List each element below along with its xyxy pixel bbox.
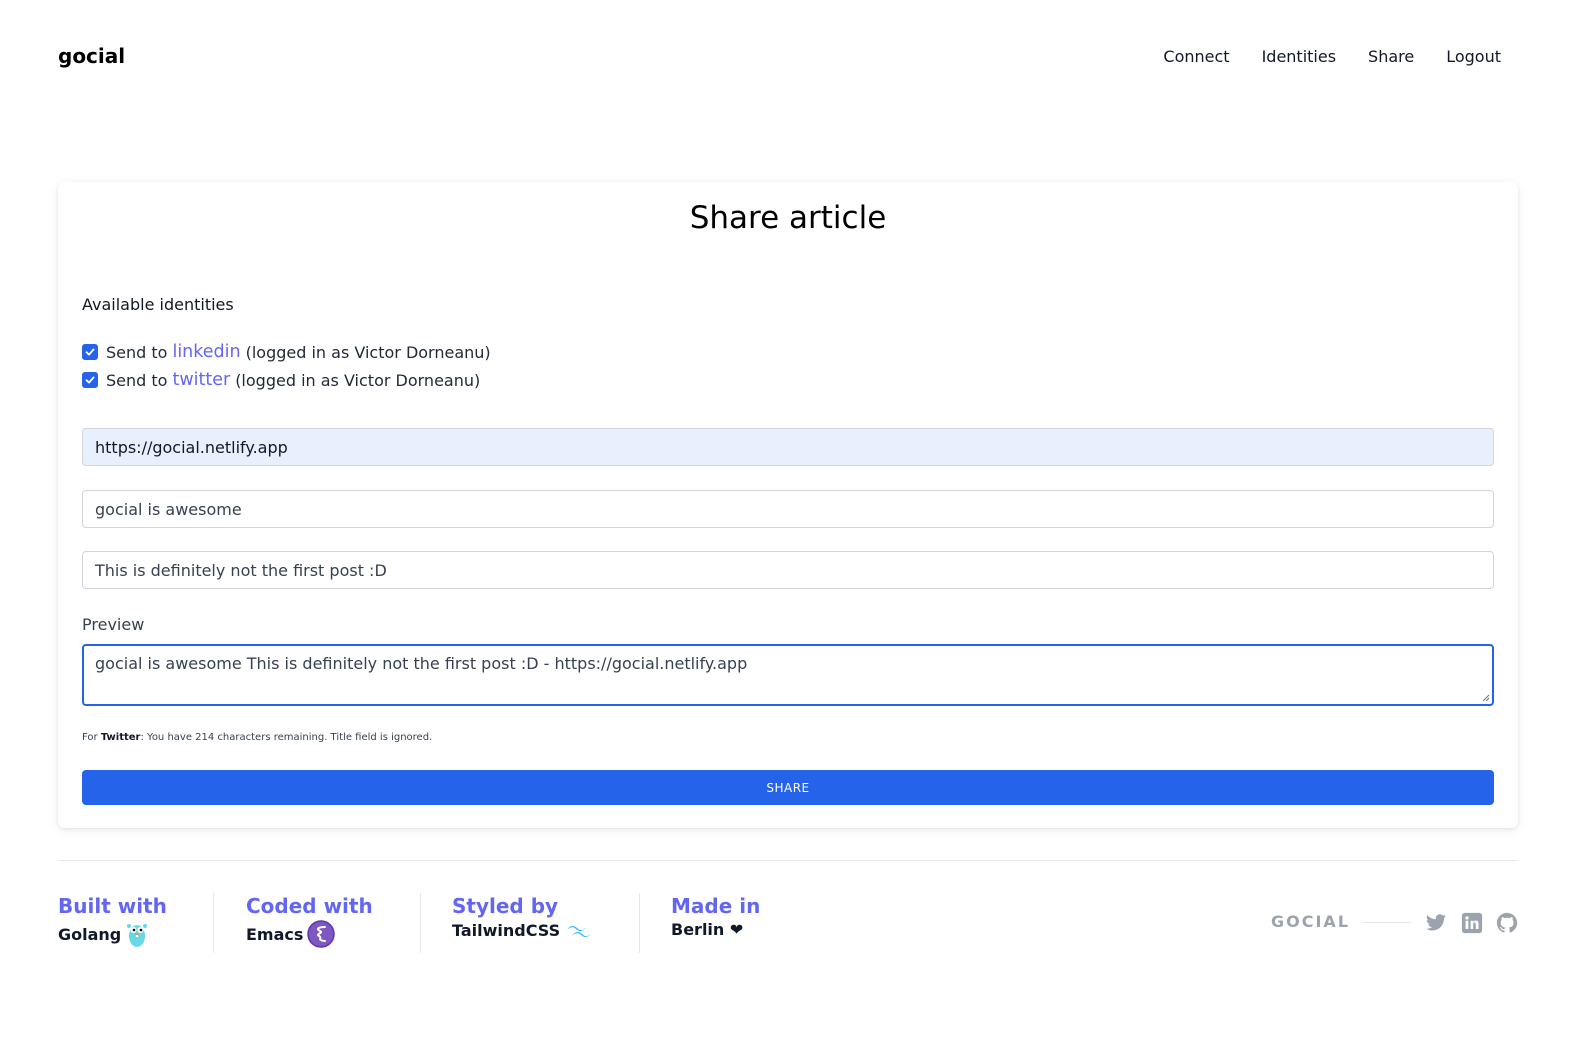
preview-textarea[interactable]: gocial is awesome This is definitely not…	[82, 644, 1494, 706]
footer-value: Berlin ❤	[671, 920, 760, 939]
footer-key: Made in	[671, 894, 761, 918]
hint-pre: For	[82, 732, 98, 743]
title-input[interactable]: gocial is awesome	[82, 490, 1494, 528]
share-article-card: Share article Available identities Send …	[58, 182, 1518, 828]
tailwind-icon	[567, 925, 592, 938]
identity-account: (logged in as Victor Dorneanu)	[245, 342, 491, 362]
footer-value-text: Emacs	[246, 924, 304, 944]
identity-prefix: Send to	[106, 370, 168, 390]
main-nav: Connect Identities Share Logout	[1163, 47, 1501, 66]
identity-row-linkedin: Send to linkedin (logged in as Victor Do…	[82, 342, 491, 362]
preview-text: gocial is awesome This is definitely not…	[95, 654, 748, 673]
footer-styled-by: Styled by TailwindCSS	[452, 894, 594, 952]
footer-made-in: Made in Berlin ❤	[671, 894, 760, 952]
resize-handle-icon[interactable]	[1482, 694, 1490, 702]
description-input[interactable]: This is definitely not the first post :D	[82, 551, 1494, 589]
footer-value-text: TailwindCSS	[452, 920, 561, 940]
footer-key: Coded with	[246, 894, 373, 918]
page-title: Share article	[689, 200, 887, 236]
footer-value: Golang	[58, 920, 167, 948]
identity-network-link[interactable]: twitter	[172, 370, 230, 390]
footer-divider	[58, 860, 1518, 861]
gopher-icon	[127, 924, 148, 947]
twitter-icon[interactable]	[1425, 912, 1447, 934]
footer-built-with: Built with Golang	[58, 894, 167, 952]
nav-identities[interactable]: Identities	[1262, 47, 1336, 66]
nav-share[interactable]: Share	[1368, 47, 1414, 66]
hint-post: : You have 214 characters remaining. Tit…	[140, 732, 433, 743]
identity-prefix: Send to	[106, 342, 168, 362]
nav-connect[interactable]: Connect	[1163, 47, 1229, 66]
footer-separator	[639, 893, 640, 953]
brand-logo[interactable]: gocial	[58, 44, 125, 68]
check-icon	[85, 376, 95, 384]
footer-value-text: Berlin ❤	[671, 920, 744, 939]
footer-brand-line	[1363, 922, 1411, 923]
twitter-checkbox[interactable]	[82, 372, 98, 388]
hint-network: Twitter	[100, 732, 141, 743]
check-icon	[85, 348, 95, 356]
footer-separator	[213, 893, 214, 953]
identity-network-link[interactable]: linkedin	[172, 342, 240, 362]
footer-value: Emacs	[246, 920, 373, 948]
linkedin-checkbox[interactable]	[82, 344, 98, 360]
footer-brand: GOCIAL	[1271, 912, 1351, 931]
footer-value: TailwindCSS	[452, 920, 594, 940]
identity-row-twitter: Send to twitter (logged in as Victor Dor…	[82, 370, 480, 390]
footer-separator	[420, 893, 421, 953]
nav-logout[interactable]: Logout	[1446, 47, 1501, 66]
url-input[interactable]: https://gocial.netlify.app	[82, 428, 1494, 466]
identities-label: Available identities	[82, 295, 234, 314]
character-count-hint: For Twitter: You have 214 characters rem…	[82, 732, 432, 743]
footer-value-text: Golang	[58, 924, 122, 944]
github-icon[interactable]	[1496, 912, 1518, 934]
identity-account: (logged in as Victor Dorneanu)	[235, 370, 481, 390]
emacs-icon	[307, 920, 336, 948]
footer-key: Built with	[58, 894, 167, 918]
linkedin-icon[interactable]	[1461, 912, 1483, 934]
share-button[interactable]: SHARE	[82, 770, 1494, 805]
footer-coded-with: Coded with Emacs	[246, 894, 373, 952]
preview-label: Preview	[82, 615, 145, 634]
footer-key: Styled by	[452, 894, 559, 918]
top-navbar: gocial Connect Identities Share Logout	[58, 40, 1523, 72]
